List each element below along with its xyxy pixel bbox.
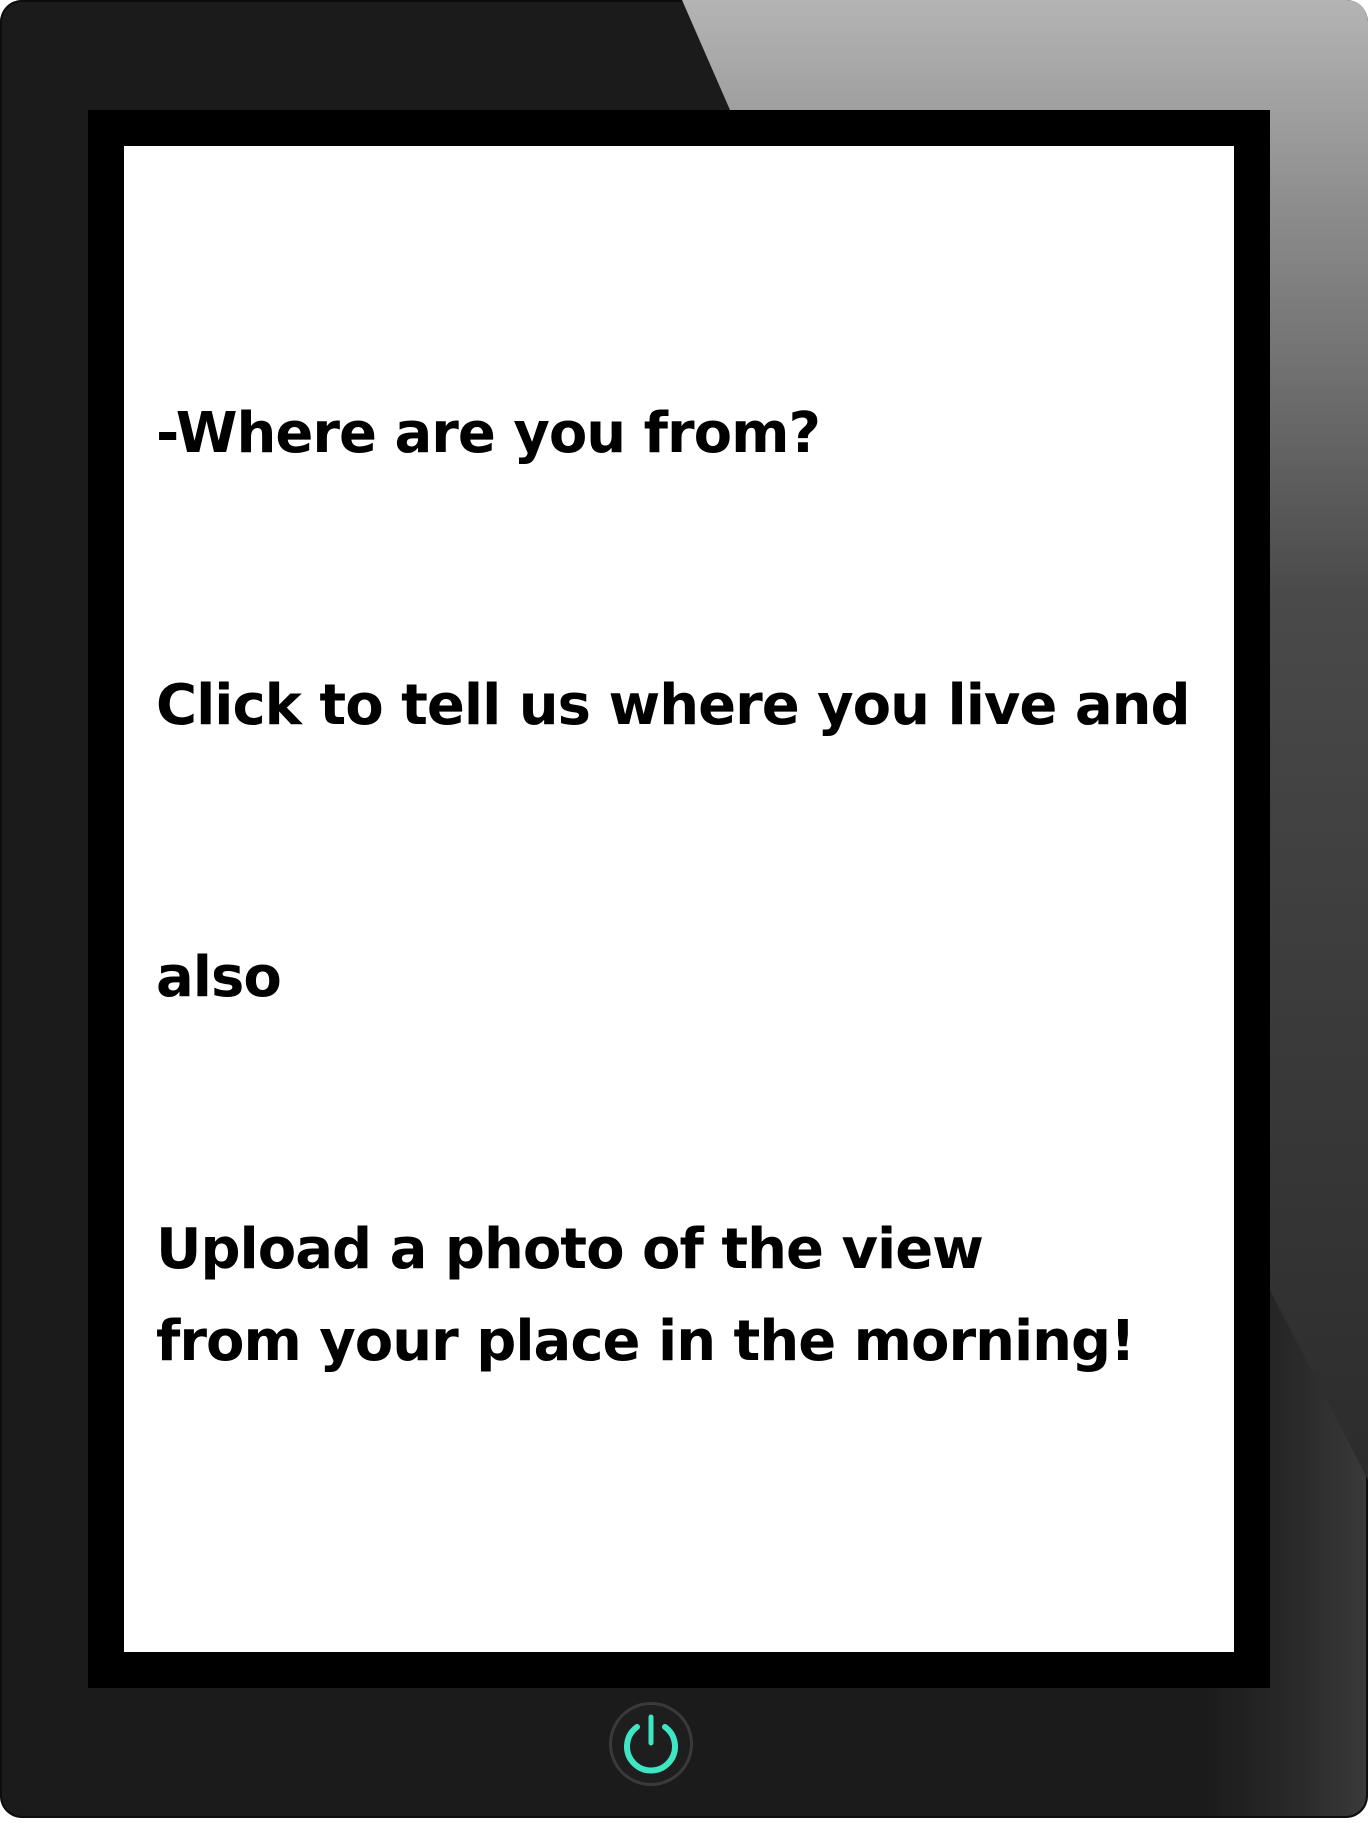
prompt-upload-photo: Upload a photo of the view — [156, 1217, 984, 1282]
power-button[interactable] — [612, 1705, 690, 1783]
tablet-frame: -Where are you from? Click to tell us wh… — [0, 0, 1368, 1818]
screen-bezel: -Where are you from? Click to tell us wh… — [88, 110, 1270, 1688]
prompt-where-from: -Where are you from? — [156, 401, 821, 466]
prompt-click-to-tell[interactable]: Click to tell us where you live and — [156, 660, 1191, 752]
power-icon — [624, 1714, 678, 1774]
prompt-also: also — [156, 945, 282, 1010]
prompt-morning-view: from your place in the morning! — [156, 1309, 1136, 1374]
tablet-screen: -Where are you from? Click to tell us wh… — [124, 146, 1234, 1652]
